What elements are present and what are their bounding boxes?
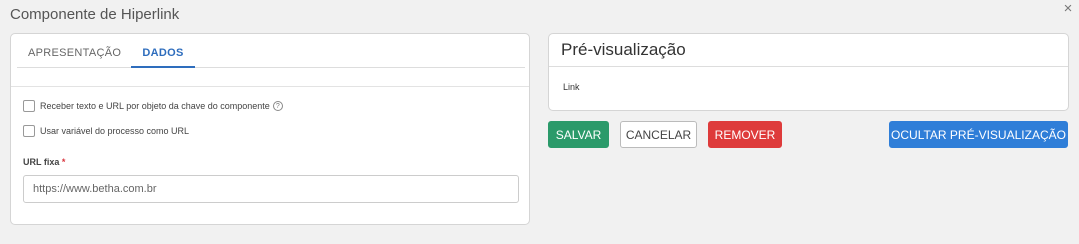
preview-link[interactable]: Link — [563, 82, 580, 92]
receive-by-key-label: Receber texto e URL por objeto da chave … — [40, 101, 270, 111]
tab-bar: APRESENTAÇÃO DADOS — [17, 34, 525, 68]
url-label-text: URL fixa — [23, 157, 60, 167]
checkbox-row-variavel: Usar variável do processo como URL — [23, 125, 189, 137]
save-button[interactable]: SALVAR — [548, 121, 609, 148]
remove-button[interactable]: REMOVER — [708, 121, 782, 148]
help-icon[interactable]: ? — [272, 101, 283, 111]
hyperlink-settings-panel: APRESENTAÇÃO DADOS Receber texto e URL p… — [10, 33, 530, 225]
use-process-variable-checkbox[interactable] — [23, 125, 35, 137]
hide-preview-button[interactable]: OCULTAR PRÉ-VISUALIZAÇÃO — [889, 121, 1068, 148]
required-mark: * — [61, 157, 66, 167]
tab-dados[interactable]: DADOS — [131, 47, 195, 68]
close-icon[interactable]: × — [1061, 0, 1075, 17]
cancel-button[interactable]: CANCELAR — [620, 121, 697, 148]
receive-by-key-checkbox[interactable] — [23, 100, 35, 112]
url-input[interactable] — [23, 175, 519, 203]
url-field-label: URL fixa * — [23, 157, 65, 167]
checkbox-row-chave: Receber texto e URL por objeto da chave … — [23, 100, 283, 112]
tab-divider — [11, 86, 529, 87]
tab-apresentacao[interactable]: APRESENTAÇÃO — [28, 47, 121, 68]
preview-panel: Pré-visualização Link — [548, 33, 1069, 111]
use-process-variable-label: Usar variável do processo como URL — [40, 126, 190, 136]
preview-title: Pré-visualização — [549, 34, 1068, 67]
dialog-title: Componente de Hiperlink — [10, 6, 180, 23]
